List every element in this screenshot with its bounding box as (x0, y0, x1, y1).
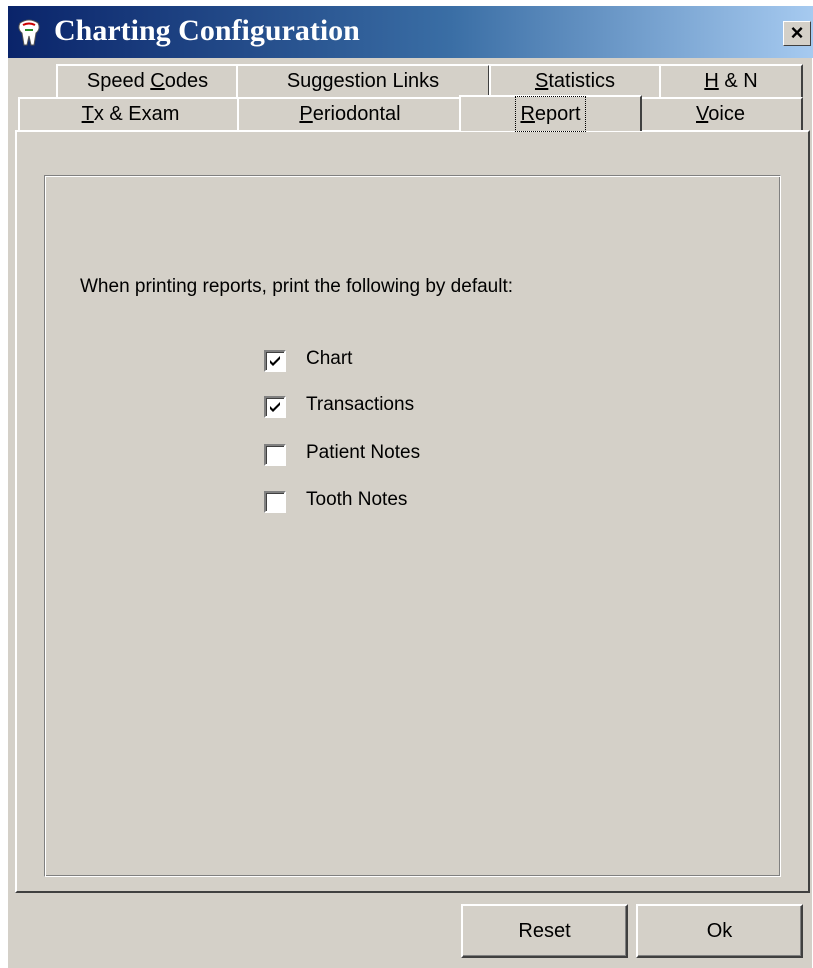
tab-label: Periodontal (299, 103, 401, 125)
tab-label: Voice (696, 103, 745, 125)
dialog-window: Charting Configuration × Speed Codes Sugg… (7, 5, 813, 968)
tab-suggestion-links[interactable]: Suggestion Links (236, 64, 490, 97)
checkmark-icon (270, 356, 280, 366)
window-title: Charting Configuration (54, 14, 360, 47)
checkbox[interactable] (264, 491, 286, 513)
tab-statistics[interactable]: Statistics (489, 64, 661, 97)
tab-label: Suggestion Links (286, 70, 440, 92)
tab-voice[interactable]: Voice (638, 97, 803, 130)
tab-speed-codes[interactable]: Speed Codes (56, 64, 239, 97)
checkbox[interactable] (264, 350, 286, 372)
title-bar[interactable]: Charting Configuration × (8, 6, 813, 58)
tab-periodontal[interactable]: Periodontal (237, 97, 463, 130)
reset-button[interactable]: Reset (461, 904, 628, 958)
tab-label: Tx & Exam (81, 103, 180, 125)
tab-label: H & N (704, 70, 758, 92)
checkbox[interactable] (264, 444, 286, 466)
tab-tx-exam[interactable]: Tx & Exam (18, 97, 243, 130)
checkbox-label: Chart (306, 348, 353, 369)
checkbox[interactable] (264, 396, 286, 418)
tab-report[interactable]: Report (459, 95, 642, 132)
report-prompt-label: When printing reports, print the followi… (80, 276, 514, 297)
checkbox-label: Transactions (306, 394, 415, 415)
checkbox-label: Tooth Notes (306, 489, 408, 510)
tab-label: Statistics (534, 70, 616, 92)
checkbox-label: Patient Notes (306, 442, 421, 463)
ok-button[interactable]: Ok (636, 904, 803, 958)
tab-label: Report (515, 96, 586, 132)
close-icon: × (790, 20, 804, 45)
tab-label: Speed Codes (86, 70, 209, 92)
checkmark-icon (270, 402, 280, 412)
tooth-app-icon[interactable] (14, 17, 44, 47)
tab-h-n[interactable]: H & N (659, 64, 803, 97)
close-button[interactable]: × (783, 21, 811, 46)
